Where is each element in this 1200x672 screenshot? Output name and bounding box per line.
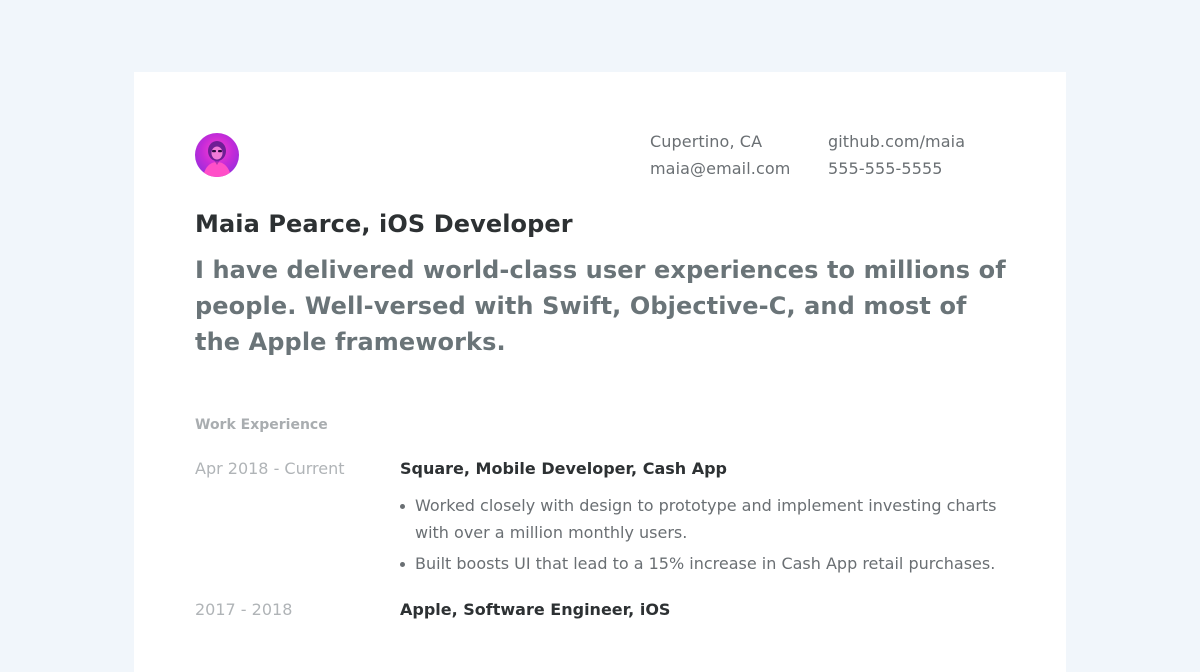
resume-card: Cupertino, CA maia@email.com github.com/… bbox=[134, 72, 1066, 672]
job-dates: Apr 2018 - Current bbox=[195, 459, 345, 478]
job-title: Square, Mobile Developer, Cash App bbox=[400, 459, 728, 478]
contact-column-left: Cupertino, CA maia@email.com bbox=[650, 128, 790, 182]
contact-email[interactable]: maia@email.com bbox=[650, 155, 790, 182]
job-title: Apple, Software Engineer, iOS bbox=[400, 600, 671, 619]
job-bullet: Worked closely with design to prototype … bbox=[400, 492, 1000, 546]
job-bullet: Built boosts UI that lead to a 15% incre… bbox=[400, 550, 1000, 577]
contact-column-right: github.com/maia 555-555-5555 bbox=[828, 128, 965, 182]
profile-summary: I have delivered world-class user experi… bbox=[195, 256, 1006, 356]
job-dates: 2017 - 2018 bbox=[195, 600, 293, 619]
work-experience-heading: Work Experience bbox=[195, 417, 328, 433]
contact-location: Cupertino, CA bbox=[650, 132, 763, 151]
contact-phone: 555-555-5555 bbox=[828, 159, 943, 178]
user-photo-avatar-icon bbox=[203, 141, 231, 177]
avatar bbox=[195, 133, 239, 177]
page-title: Maia Pearce, iOS Developer bbox=[195, 210, 573, 238]
contact-github[interactable]: github.com/maia bbox=[828, 128, 965, 155]
job-bullet-list: Worked closely with design to prototype … bbox=[400, 492, 1000, 581]
